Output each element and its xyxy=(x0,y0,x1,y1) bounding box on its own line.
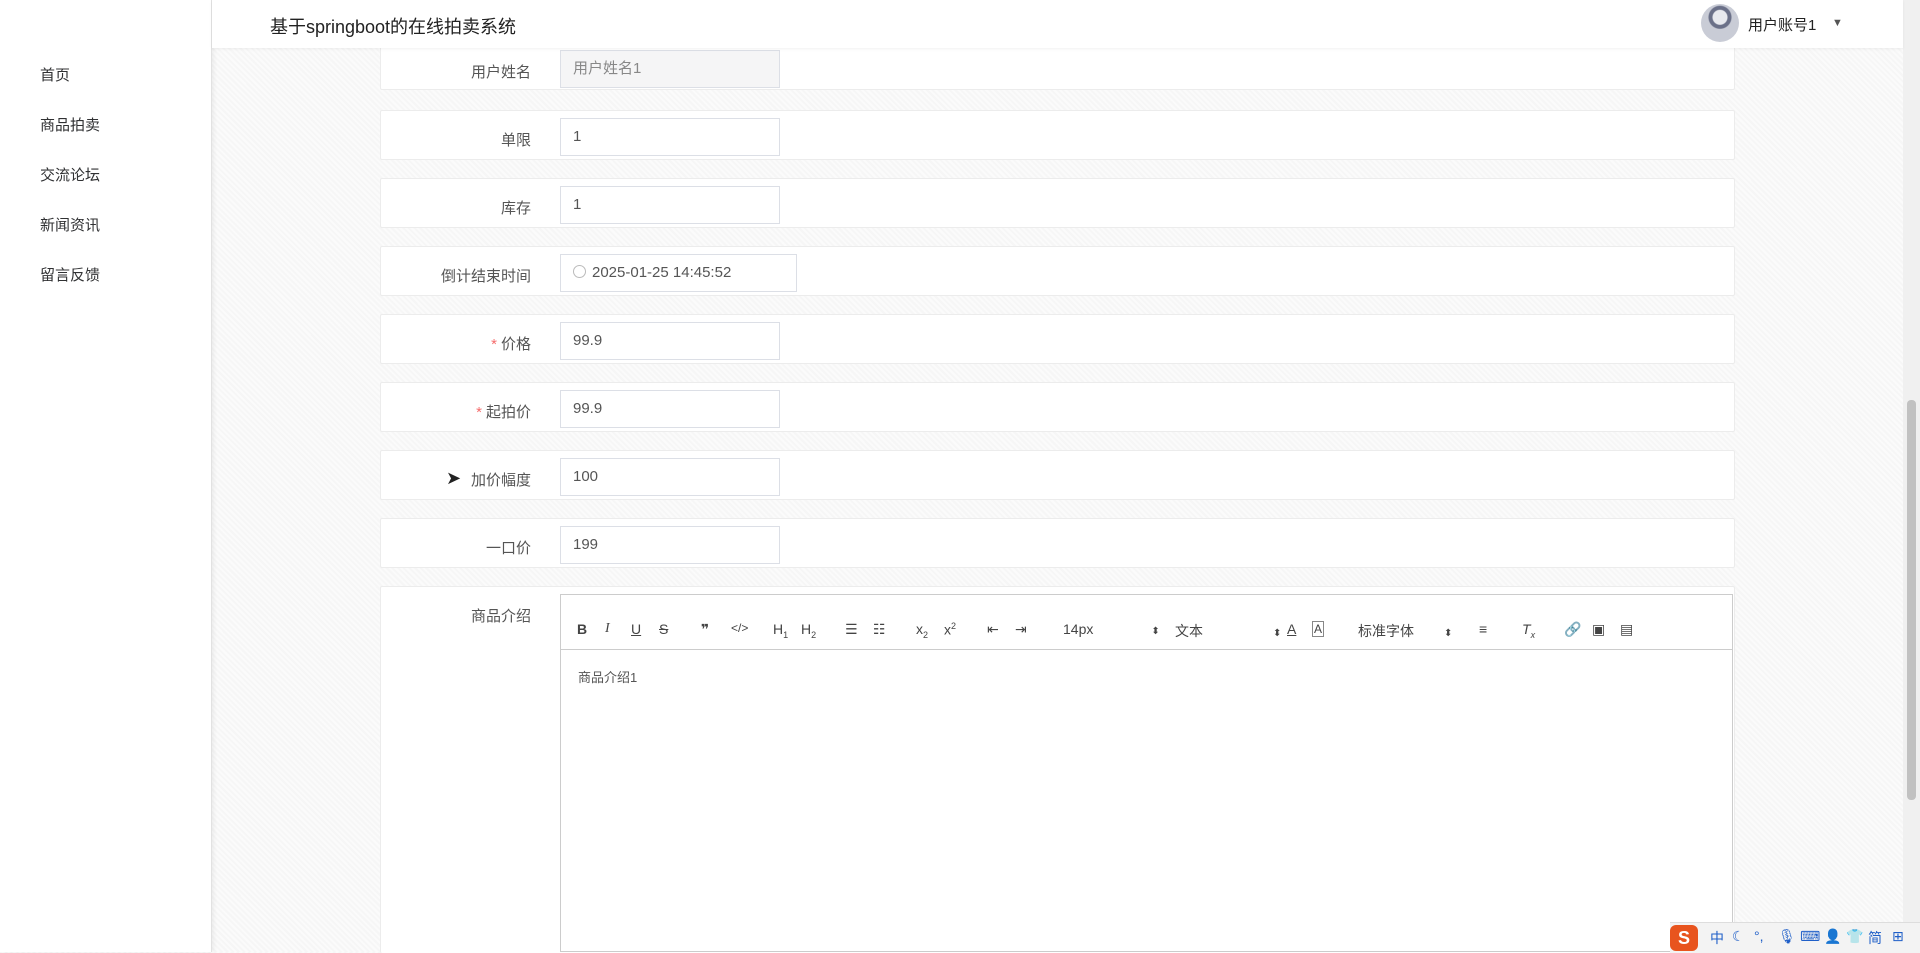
form-row-start-price: * 起拍价 99.9 xyxy=(380,382,1735,432)
ordered-list-icon[interactable]: ☰ xyxy=(845,621,858,638)
sidebar: 首页 商品拍卖 交流论坛 新闻资讯 留言反馈 xyxy=(0,0,212,952)
stock-input[interactable]: 1 xyxy=(560,186,780,224)
font-size-value: 14px xyxy=(1063,621,1094,637)
user-account-name[interactable]: 用户账号1 xyxy=(1748,14,1816,35)
required-mark: * xyxy=(491,336,497,353)
italic-icon[interactable]: I xyxy=(605,621,610,637)
format-value: 文本 xyxy=(1175,623,1203,639)
form-row-increment: 加价幅度 100 xyxy=(380,450,1735,500)
image-icon[interactable]: ▣ xyxy=(1592,621,1605,638)
intro-label: 商品介绍 xyxy=(470,608,531,625)
skin-icon[interactable]: 👕 xyxy=(1846,928,1863,945)
font-family-value: 标准字体 xyxy=(1358,623,1414,639)
underline-icon[interactable]: U xyxy=(631,621,641,637)
start-price-label-text: 起拍价 xyxy=(485,404,531,421)
top-header: 基于springboot的在线拍卖系统 用户账号1 ▼ xyxy=(212,0,1903,48)
moon-icon[interactable]: ☾ xyxy=(1732,928,1745,945)
increment-input[interactable]: 100 xyxy=(560,458,780,496)
sidebar-item-auction[interactable]: 商品拍卖 xyxy=(40,114,100,135)
ime-toolbar: S 中 ☾ °, 🎙 ⌨ 👤 👕 简 ⊞ xyxy=(1670,922,1920,953)
sidebar-item-feedback[interactable]: 留言反馈 xyxy=(40,264,100,285)
video-icon[interactable]: ▤ xyxy=(1620,621,1633,638)
rich-text-editor: B I U S ❞ </> H1 H2 ☰ ☷ x2 x2 ⇤ ⇥ 14px ⬍ … xyxy=(560,594,1733,952)
font-size-select[interactable]: 14px ⬍ xyxy=(1063,621,1160,637)
sidebar-item-home[interactable]: 首页 xyxy=(40,64,70,85)
grid-menu-icon[interactable]: ⊞ xyxy=(1892,928,1904,945)
outdent-icon[interactable]: ⇤ xyxy=(987,621,999,638)
ime-simplified-mode[interactable]: 简 xyxy=(1868,928,1882,948)
sidebar-item-forum[interactable]: 交流论坛 xyxy=(40,164,100,185)
username-label: 用户姓名 xyxy=(470,64,531,81)
stock-label: 库存 xyxy=(500,200,531,217)
buyout-input[interactable]: 199 xyxy=(560,526,780,564)
countdown-value: 2025-01-25 14:45:52 xyxy=(592,264,732,281)
sidebar-item-news[interactable]: 新闻资讯 xyxy=(40,214,100,235)
price-input[interactable]: 99.9 xyxy=(560,322,780,360)
increment-label: 加价幅度 xyxy=(470,472,531,489)
indent-icon[interactable]: ⇥ xyxy=(1015,621,1027,638)
microphone-icon[interactable]: 🎙 xyxy=(1778,928,1796,945)
form-row-limit: 单限 1 xyxy=(380,110,1735,160)
page-scrollbar[interactable] xyxy=(1903,0,1920,952)
select-arrows-icon: ⬍ xyxy=(1444,628,1453,639)
align-left-icon[interactable]: ≡ xyxy=(1479,621,1487,637)
limit-input[interactable]: 1 xyxy=(560,118,780,156)
blockquote-icon[interactable]: ❞ xyxy=(701,621,709,638)
start-price-input[interactable]: 99.9 xyxy=(560,390,780,428)
price-label-text: 价格 xyxy=(500,336,531,353)
clear-format-icon[interactable]: Tx xyxy=(1522,621,1535,640)
scrollbar-thumb[interactable] xyxy=(1907,400,1916,800)
code-icon[interactable]: </> xyxy=(731,621,748,635)
required-mark: * xyxy=(476,404,482,421)
font-color-icon[interactable]: A xyxy=(1287,621,1296,637)
limit-label: 单限 xyxy=(500,132,531,149)
ime-chinese-mode[interactable]: 中 xyxy=(1710,928,1724,948)
select-arrows-icon: ⬍ xyxy=(1273,628,1282,639)
bullet-list-icon[interactable]: ☷ xyxy=(873,621,886,638)
heading1-icon[interactable]: H1 xyxy=(773,621,788,640)
punctuation-icon[interactable]: °, xyxy=(1754,928,1764,944)
clock-icon xyxy=(573,265,586,278)
editor-content[interactable]: 商品介绍1 xyxy=(578,667,637,686)
subscript-icon[interactable]: x2 xyxy=(916,621,928,640)
heading2-icon[interactable]: H2 xyxy=(801,621,816,640)
superscript-icon[interactable]: x2 xyxy=(944,621,956,638)
font-family-select[interactable]: 标准字体 ⬍ xyxy=(1358,621,1452,641)
price-label: * 价格 xyxy=(491,333,531,354)
form-row-buyout: 一口价 199 xyxy=(380,518,1735,568)
form-row-countdown: 倒计结束时间 2025-01-25 14:45:52 xyxy=(380,246,1735,296)
strikethrough-icon[interactable]: S xyxy=(659,621,668,637)
link-icon[interactable]: 🔗 xyxy=(1564,621,1581,638)
caret-down-icon[interactable]: ▼ xyxy=(1832,17,1843,29)
background-color-icon[interactable]: A xyxy=(1312,621,1325,637)
editor-toolbar: B I U S ❞ </> H1 H2 ☰ ☷ x2 x2 ⇤ ⇥ 14px ⬍ … xyxy=(561,611,1732,650)
user-icon[interactable]: 👤 xyxy=(1824,928,1841,945)
keyboard-icon[interactable]: ⌨ xyxy=(1800,928,1820,945)
select-arrows-icon: ⬍ xyxy=(1151,626,1160,637)
sogou-logo-icon[interactable]: S xyxy=(1670,925,1698,951)
form-row-stock: 库存 1 xyxy=(380,178,1735,228)
countdown-label: 倒计结束时间 xyxy=(440,268,531,285)
app-title: 基于springboot的在线拍卖系统 xyxy=(270,17,517,37)
avatar[interactable] xyxy=(1701,4,1739,42)
mouse-cursor-icon: ➤ xyxy=(446,468,462,488)
format-select[interactable]: 文本 ⬍ xyxy=(1175,621,1281,641)
buyout-label: 一口价 xyxy=(485,540,531,557)
bold-icon[interactable]: B xyxy=(577,621,587,637)
countdown-datetime-input[interactable]: 2025-01-25 14:45:52 xyxy=(560,254,797,292)
username-input: 用户姓名1 xyxy=(560,50,780,88)
form-row-price: * 价格 99.9 xyxy=(380,314,1735,364)
start-price-label: * 起拍价 xyxy=(476,401,531,422)
